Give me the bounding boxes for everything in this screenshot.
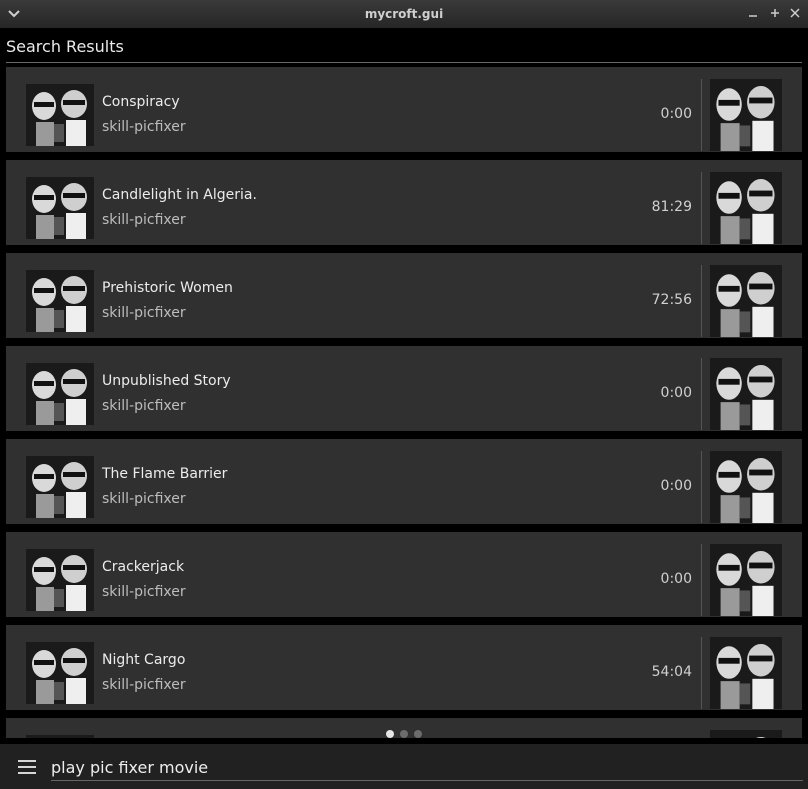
result-poster [710, 544, 782, 616]
header-divider [6, 62, 802, 63]
result-thumbnail [26, 363, 94, 425]
result-thumbnail [26, 456, 94, 518]
card-divider [701, 172, 702, 244]
window-title: mycroft.gui [364, 7, 444, 21]
results-list[interactable]: Conspiracy skill-picfixer 0:00 Candlelight … [6, 67, 802, 738]
card-divider [701, 544, 702, 616]
result-poster [710, 265, 782, 337]
result-skill: skill-picfixer [102, 584, 186, 600]
result-thumbnail [26, 735, 94, 738]
result-item[interactable]: Candlelight in Algeria. skill-picfixer 81:… [6, 160, 802, 245]
result-thumbnail [26, 84, 94, 146]
result-title: The Flame Barrier [102, 466, 228, 482]
result-item[interactable]: Night Cargo skill-picfixer 54:04 [6, 625, 802, 710]
result-duration: 0:00 [660, 385, 692, 401]
result-duration: 72:56 [651, 292, 692, 308]
result-item[interactable]: Prehistoric Women skill-picfixer 72:56 [6, 253, 802, 338]
result-skill: skill-picfixer [102, 677, 186, 693]
result-duration: 0:00 [660, 478, 692, 494]
card-divider [701, 79, 702, 151]
result-item[interactable]: Conspiracy skill-picfixer 0:00 [6, 67, 802, 152]
result-skill: skill-picfixer [102, 212, 186, 228]
minimize-button[interactable] [746, 6, 760, 20]
result-poster [710, 637, 782, 709]
page-indicator [386, 723, 428, 738]
result-title: Unpublished Story [102, 373, 231, 389]
card-divider [701, 637, 702, 709]
page-dot[interactable] [414, 730, 422, 738]
result-skill: skill-picfixer [102, 398, 186, 414]
result-title: Night Cargo [102, 652, 186, 668]
result-duration: 54:04 [651, 664, 692, 680]
result-thumbnail [26, 549, 94, 611]
page-title: Search Results [6, 37, 124, 56]
result-thumbnail [26, 642, 94, 704]
bottom-bar [0, 744, 808, 789]
result-poster [710, 79, 782, 151]
result-skill: skill-picfixer [102, 305, 186, 321]
result-title: Prehistoric Women [102, 280, 233, 296]
close-icon [790, 8, 800, 18]
result-title: Candlelight in Algeria. [102, 187, 257, 203]
result-title: Crackerjack [102, 559, 185, 575]
close-button[interactable] [788, 6, 802, 20]
query-input[interactable] [51, 754, 803, 781]
card-divider [701, 451, 702, 523]
minimize-icon [749, 15, 757, 17]
result-skill: skill-picfixer [102, 491, 186, 507]
result-title: Conspiracy [102, 94, 180, 110]
result-duration: 81:29 [651, 199, 692, 215]
result-poster [710, 172, 782, 244]
hamburger-icon[interactable] [18, 760, 36, 774]
maximize-button[interactable] [768, 6, 782, 20]
result-poster [710, 730, 782, 738]
result-item[interactable]: Unpublished Story skill-picfixer 0:00 [6, 346, 802, 431]
result-thumbnail [26, 270, 94, 332]
page-dot[interactable] [386, 730, 394, 738]
page-dot[interactable] [400, 730, 408, 738]
result-item[interactable]: The Flame Barrier skill-picfixer 0:00 [6, 439, 802, 524]
result-duration: 0:00 [660, 571, 692, 587]
window-titlebar: mycroft.gui [0, 0, 808, 28]
result-duration: 0:00 [660, 106, 692, 122]
result-item[interactable]: Crackerjack skill-picfixer 0:00 [6, 532, 802, 617]
result-poster [710, 358, 782, 430]
card-divider [701, 265, 702, 337]
maximize-icon [771, 9, 779, 17]
result-skill: skill-picfixer [102, 119, 186, 135]
card-divider [701, 358, 702, 430]
result-poster [710, 451, 782, 523]
result-thumbnail [26, 177, 94, 239]
